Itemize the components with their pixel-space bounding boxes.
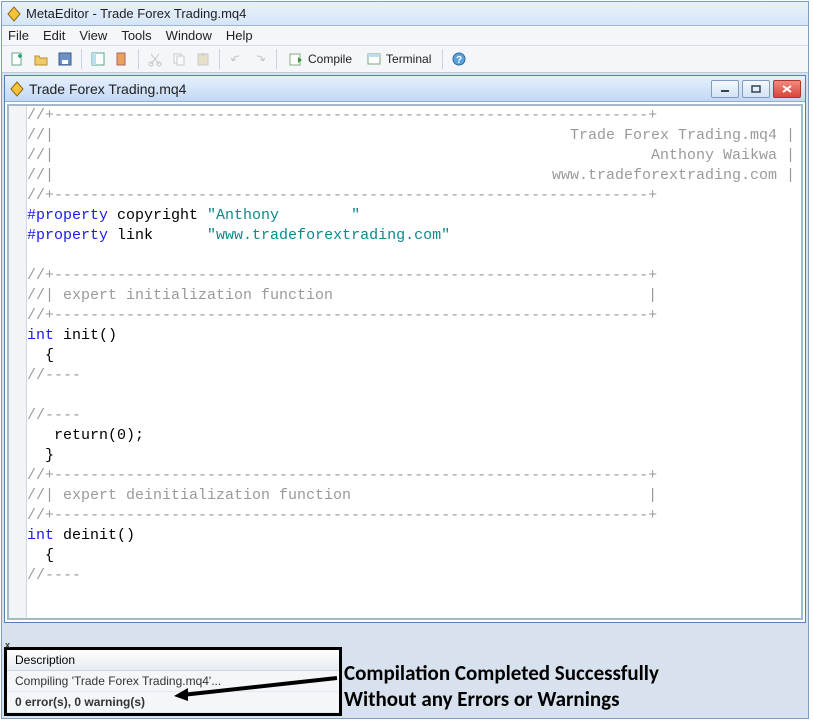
- close-button[interactable]: [773, 80, 801, 98]
- document-title: Trade Forex Trading.mq4: [29, 81, 186, 97]
- output-row-compiling: Compiling 'Trade Forex Trading.mq4'...: [7, 671, 339, 692]
- output-panel: x Description Compiling 'Trade Forex Tra…: [4, 647, 342, 716]
- compile-icon: [288, 51, 304, 67]
- minimize-button[interactable]: [711, 80, 739, 98]
- menu-file[interactable]: File: [8, 28, 29, 43]
- workspace: Trade Forex Trading.mq4 //+-------------…: [2, 73, 808, 718]
- gutter: [9, 106, 27, 618]
- document-window: Trade Forex Trading.mq4 //+-------------…: [4, 75, 806, 623]
- redo-button[interactable]: [249, 48, 271, 70]
- menu-view[interactable]: View: [79, 28, 107, 43]
- undo-button[interactable]: [225, 48, 247, 70]
- menubar: File Edit View Tools Window Help: [2, 26, 808, 46]
- toolbox-button[interactable]: [111, 48, 133, 70]
- open-file-button[interactable]: [30, 48, 52, 70]
- app-titlebar: MetaEditor - Trade Forex Trading.mq4: [2, 2, 808, 26]
- code-editor[interactable]: //+-------------------------------------…: [7, 104, 803, 620]
- copy-button[interactable]: [168, 48, 190, 70]
- panel-close-icon[interactable]: x: [5, 640, 10, 650]
- save-button[interactable]: [54, 48, 76, 70]
- app-window: MetaEditor - Trade Forex Trading.mq4 Fil…: [1, 1, 809, 719]
- menu-tools[interactable]: Tools: [121, 28, 151, 43]
- document-icon: [9, 81, 25, 97]
- menu-window[interactable]: Window: [166, 28, 212, 43]
- paste-button[interactable]: [192, 48, 214, 70]
- svg-text:?: ?: [456, 55, 462, 66]
- annotation-text: Compilation Completed Successfully Witho…: [344, 660, 659, 713]
- compile-button[interactable]: Compile: [282, 49, 358, 69]
- app-icon: [6, 6, 22, 22]
- navigator-button[interactable]: [87, 48, 109, 70]
- terminal-icon: [366, 51, 382, 67]
- menu-help[interactable]: Help: [226, 28, 253, 43]
- annotation-line2: Without any Errors or Warnings: [344, 686, 659, 712]
- terminal-button[interactable]: Terminal: [360, 49, 437, 69]
- document-titlebar: Trade Forex Trading.mq4: [5, 76, 805, 102]
- cut-button[interactable]: [144, 48, 166, 70]
- compile-label: Compile: [308, 52, 352, 66]
- toolbar: Compile Terminal ?: [2, 46, 808, 73]
- code-area[interactable]: //+-------------------------------------…: [27, 106, 801, 618]
- annotation-line1: Compilation Completed Successfully: [344, 660, 659, 686]
- app-title: MetaEditor - Trade Forex Trading.mq4: [26, 6, 246, 21]
- output-header[interactable]: Description: [7, 650, 339, 671]
- help-button[interactable]: ?: [448, 48, 470, 70]
- terminal-label: Terminal: [386, 52, 431, 66]
- output-row-result: 0 error(s), 0 warning(s): [7, 692, 339, 713]
- new-file-button[interactable]: [6, 48, 28, 70]
- maximize-button[interactable]: [742, 80, 770, 98]
- menu-edit[interactable]: Edit: [43, 28, 65, 43]
